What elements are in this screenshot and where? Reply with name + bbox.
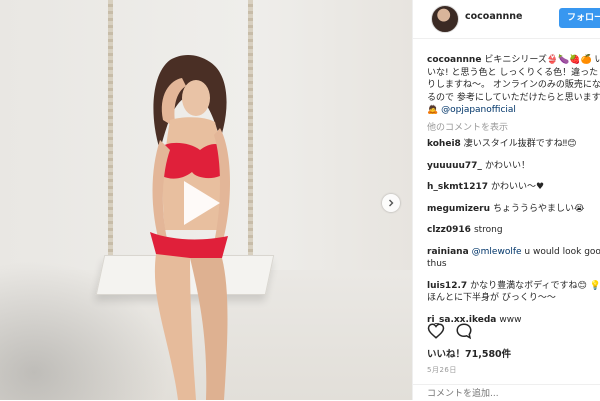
follow-button[interactable]: フォロー bbox=[559, 8, 600, 28]
comment-text: ちょううらやましい😭 bbox=[492, 203, 585, 214]
post-actions bbox=[427, 322, 600, 342]
comment-username[interactable]: clzz0916 bbox=[427, 225, 471, 235]
post-date[interactable]: 5月26日 bbox=[427, 365, 457, 375]
comment-item: rainiana @mlewolfe u would look good thus bbox=[427, 246, 600, 271]
comment-text: 凄いスタイル抜群ですね‼😊 bbox=[463, 139, 577, 149]
comment-mention[interactable]: @mlewolfe bbox=[472, 247, 522, 257]
like-count[interactable]: いいね！71,580件 bbox=[427, 346, 511, 360]
comment-text: かわいい〜♥ bbox=[490, 182, 545, 192]
comment-text: strong bbox=[473, 225, 503, 235]
comment-item: luis12.7 かなり豊満なボディですね😊 💡 ほんとに下半身が びっくり〜〜 bbox=[427, 280, 600, 305]
more-comments-link[interactable]: 他のコメントを表示 bbox=[427, 122, 600, 135]
comment-item: clzz0916 strong bbox=[427, 224, 600, 237]
comment-item: megumizeru ちょううらやましい😭 bbox=[427, 203, 600, 216]
comment-username[interactable]: megumizeru bbox=[427, 204, 490, 214]
comment-icon bbox=[456, 323, 472, 340]
comment-username[interactable]: kohei8 bbox=[427, 139, 461, 149]
comment-username[interactable]: luis12.7 bbox=[427, 281, 467, 291]
add-comment-bar bbox=[413, 384, 600, 401]
comment-text: かわいい！ bbox=[484, 160, 530, 171]
add-comment-input[interactable] bbox=[425, 388, 589, 400]
play-button[interactable] bbox=[170, 175, 226, 231]
comment-username[interactable]: yuuuuu77_ bbox=[427, 161, 482, 171]
like-button[interactable] bbox=[427, 322, 447, 342]
post-media[interactable] bbox=[0, 0, 412, 400]
post-sidebar: cocoannne フォロー cocoannne ビキニシリーズ👙🍆🍓🍊 いいな… bbox=[412, 0, 600, 400]
next-media-button[interactable] bbox=[382, 194, 400, 212]
heart-icon bbox=[427, 323, 445, 339]
comment-username[interactable]: h_skmt1217 bbox=[427, 182, 488, 192]
comment-item: h_skmt1217 かわいい〜♥ bbox=[427, 181, 600, 194]
caption-username[interactable]: cocoannne bbox=[427, 55, 481, 65]
comments-list: cocoannne ビキニシリーズ👙🍆🍓🍊 いいな! と思う色と しっくりくる色… bbox=[427, 54, 600, 335]
comment-item: kohei8 凄いスタイル抜群ですね‼😊 bbox=[427, 138, 600, 151]
comment-username[interactable]: rainiana bbox=[427, 247, 469, 257]
play-icon bbox=[184, 181, 220, 225]
avatar[interactable] bbox=[431, 5, 459, 33]
chevron-right-icon bbox=[389, 199, 394, 207]
comment-item: yuuuuu77_ かわいい！ bbox=[427, 160, 600, 173]
header-username[interactable]: cocoannne bbox=[465, 11, 522, 22]
post-header: cocoannne フォロー bbox=[413, 0, 600, 39]
caption-mention[interactable]: @opjapanofficial bbox=[441, 105, 516, 115]
comment-button[interactable] bbox=[455, 322, 475, 342]
caption: cocoannne ビキニシリーズ👙🍆🍓🍊 いいな! と思う色と しっくりくる色… bbox=[427, 54, 600, 117]
